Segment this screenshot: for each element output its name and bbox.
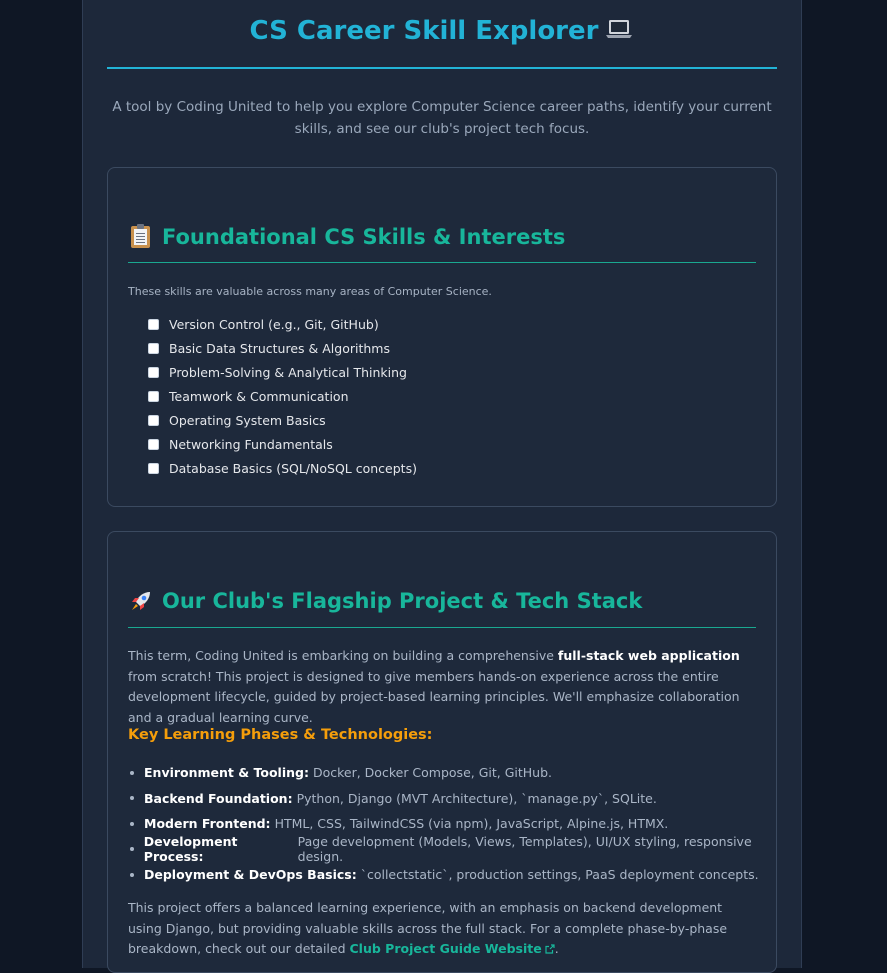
skills-card: Foundational CS Skills & Interests These… xyxy=(107,167,777,507)
bullet-icon xyxy=(130,872,134,877)
skills-heading-text: Foundational CS Skills & Interests xyxy=(162,225,566,249)
skill-item[interactable]: Database Basics (SQL/NoSQL concepts) xyxy=(148,456,417,480)
external-link-icon[interactable] xyxy=(545,940,555,954)
skill-label[interactable]: Basic Data Structures & Algorithms xyxy=(169,341,390,356)
skills-note: These skills are valuable across many ar… xyxy=(128,285,492,298)
phase-label: Deployment & DevOps Basics: xyxy=(144,867,357,883)
phases-list: Environment & Tooling: Docker, Docker Com… xyxy=(130,760,776,888)
skill-item[interactable]: Version Control (e.g., Git, GitHub) xyxy=(148,312,417,336)
skill-label[interactable]: Networking Fundamentals xyxy=(169,437,333,452)
skill-checkbox[interactable] xyxy=(148,342,159,354)
bullet-icon xyxy=(130,847,134,852)
page-title-text: CS Career Skill Explorer xyxy=(249,16,599,46)
bullet-icon xyxy=(130,821,134,826)
phase-label: Development Process: xyxy=(143,834,238,865)
phase-label: Modern Frontend: xyxy=(144,816,271,832)
skill-label[interactable]: Database Basics (SQL/NoSQL concepts) xyxy=(169,461,417,476)
project-summary-text: . xyxy=(554,941,559,956)
skill-checkbox[interactable] xyxy=(148,438,159,450)
phase-text: `collectstatic`, production settings, Pa… xyxy=(360,867,759,883)
phase-text: Python, Django (MVT Architecture), `mana… xyxy=(296,790,657,806)
intro-text: A tool by Coding United to help you expl… xyxy=(112,99,772,137)
skill-label[interactable]: Teamwork & Communication xyxy=(169,389,349,404)
laptop-icon xyxy=(604,17,634,41)
phase-label: Environment & Tooling: xyxy=(144,765,309,781)
phase-label: Backend Foundation: xyxy=(144,790,293,806)
project-guide-link-text[interactable]: Club Project Guide Website xyxy=(350,941,542,956)
skill-item[interactable]: Problem-Solving & Analytical Thinking xyxy=(148,360,417,384)
clipboard-icon xyxy=(128,224,154,250)
project-divider xyxy=(128,627,756,628)
phase-text: Docker, Docker Compose, Git, GitHub. xyxy=(312,765,553,781)
project-summary: This project offers a balanced learning … xyxy=(128,898,758,960)
rocket-icon xyxy=(128,588,154,614)
skill-item[interactable]: Teamwork & Communication xyxy=(148,384,417,408)
page-title: CS Career Skill Explorer xyxy=(107,16,777,46)
skill-checkbox[interactable] xyxy=(148,414,159,426)
skill-item[interactable]: Networking Fundamentals xyxy=(148,432,417,456)
project-intro-text: from scratch! This project is designed t… xyxy=(128,668,740,725)
main-panel: CS Career Skill Explorer A tool by Codin… xyxy=(82,0,802,973)
skill-checkbox[interactable] xyxy=(148,366,159,378)
project-guide-link[interactable]: Club Project Guide Website xyxy=(350,941,555,956)
bullet-icon xyxy=(130,770,134,775)
skills-divider xyxy=(128,262,756,263)
phase-text: HTML, CSS, TailwindCSS (via npm), JavaSc… xyxy=(274,816,669,832)
phase-item: Modern Frontend: HTML, CSS, TailwindCSS (… xyxy=(130,811,776,837)
phase-text: Page development (Models, Views, Templat… xyxy=(297,834,752,865)
project-intro: This term, Coding United is embarking on… xyxy=(128,646,758,728)
phase-item: Development Process: Page development (Mo… xyxy=(130,834,776,865)
bullet-icon xyxy=(130,796,134,801)
project-heading: Our Club's Flagship Project & Tech Stack xyxy=(128,588,756,614)
project-intro-bold: full-stack web application xyxy=(557,648,740,663)
skill-checkbox[interactable] xyxy=(148,318,159,330)
skill-label[interactable]: Problem-Solving & Analytical Thinking xyxy=(169,365,407,380)
phases-heading: Key Learning Phases & Technologies: xyxy=(128,727,433,743)
phase-item: Backend Foundation: Python, Django (MVT A… xyxy=(130,786,776,812)
project-heading-text: Our Club's Flagship Project & Tech Stack xyxy=(162,589,643,613)
skill-label[interactable]: Operating System Basics xyxy=(169,413,326,428)
project-intro-text: This term, Coding United is embarking on… xyxy=(128,648,558,663)
skill-checkbox[interactable] xyxy=(148,462,159,474)
skills-heading: Foundational CS Skills & Interests xyxy=(128,224,756,250)
phase-item: Deployment & DevOps Basics: `collectstati… xyxy=(130,862,776,888)
phase-item: Environment & Tooling: Docker, Docker Com… xyxy=(130,760,776,786)
skill-checkbox[interactable] xyxy=(148,390,159,402)
title-divider xyxy=(107,67,777,69)
skill-item[interactable]: Basic Data Structures & Algorithms xyxy=(148,336,417,360)
skills-list: Version Control (e.g., Git, GitHub) Basi… xyxy=(148,312,417,480)
skill-label[interactable]: Version Control (e.g., Git, GitHub) xyxy=(169,317,379,332)
skill-item[interactable]: Operating System Basics xyxy=(148,408,417,432)
project-card: Our Club's Flagship Project & Tech Stack… xyxy=(107,531,777,973)
